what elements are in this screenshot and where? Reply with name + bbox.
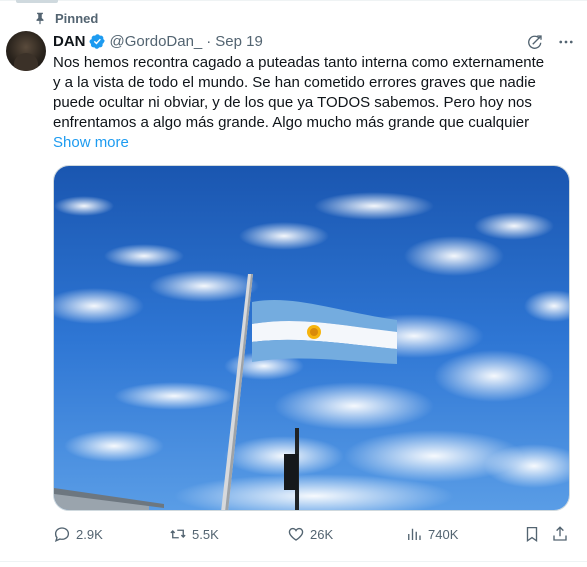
repost-count: 5.5K	[192, 526, 219, 542]
show-more-link[interactable]: Show more	[53, 133, 129, 153]
tweet-card[interactable]: Pinned DAN @GordoDan_ · Sep 19 Nos hemos…	[0, 0, 587, 567]
scroll-indicator	[16, 0, 58, 3]
views-count: 740K	[428, 526, 459, 542]
author-handle[interactable]: @GordoDan_	[110, 33, 203, 50]
tweet-date[interactable]: Sep 19	[215, 33, 263, 50]
tweet-media-image[interactable]	[53, 165, 570, 511]
tweet-header: DAN @GordoDan_ · Sep 19	[53, 31, 263, 51]
avatar[interactable]	[6, 31, 46, 71]
views-button[interactable]: 740K	[405, 523, 458, 545]
reply-button[interactable]: 2.9K	[53, 523, 103, 545]
like-count: 26K	[310, 526, 334, 542]
share-button[interactable]	[551, 523, 574, 545]
divider-top	[0, 0, 587, 1]
verified-badge-icon	[89, 33, 106, 50]
tweet-actions: 2.9K 5.5K 26K 740K	[53, 523, 573, 545]
separator-dot: ·	[206, 32, 212, 50]
repost-button[interactable]: 5.5K	[169, 523, 219, 545]
pinned-indicator: Pinned	[33, 9, 98, 27]
like-button[interactable]: 26K	[287, 523, 333, 545]
pinned-label: Pinned	[55, 10, 99, 26]
pin-icon	[33, 11, 47, 25]
reply-icon	[54, 527, 70, 542]
heart-icon	[288, 527, 304, 541]
bookmark-icon	[526, 526, 538, 543]
repost-icon	[170, 529, 186, 539]
more-options-icon[interactable]	[556, 32, 576, 52]
tweet-text: Nos hemos recontra cagado a puteadas tan…	[53, 54, 545, 131]
share-icon	[553, 526, 567, 541]
divider-bottom	[0, 561, 587, 562]
grok-icon[interactable]	[525, 32, 545, 52]
bookmark-button[interactable]	[523, 523, 546, 545]
flag-photo	[54, 166, 569, 510]
author-name[interactable]: DAN	[53, 33, 86, 50]
reply-count: 2.9K	[76, 526, 103, 542]
views-chart-icon	[408, 528, 421, 540]
